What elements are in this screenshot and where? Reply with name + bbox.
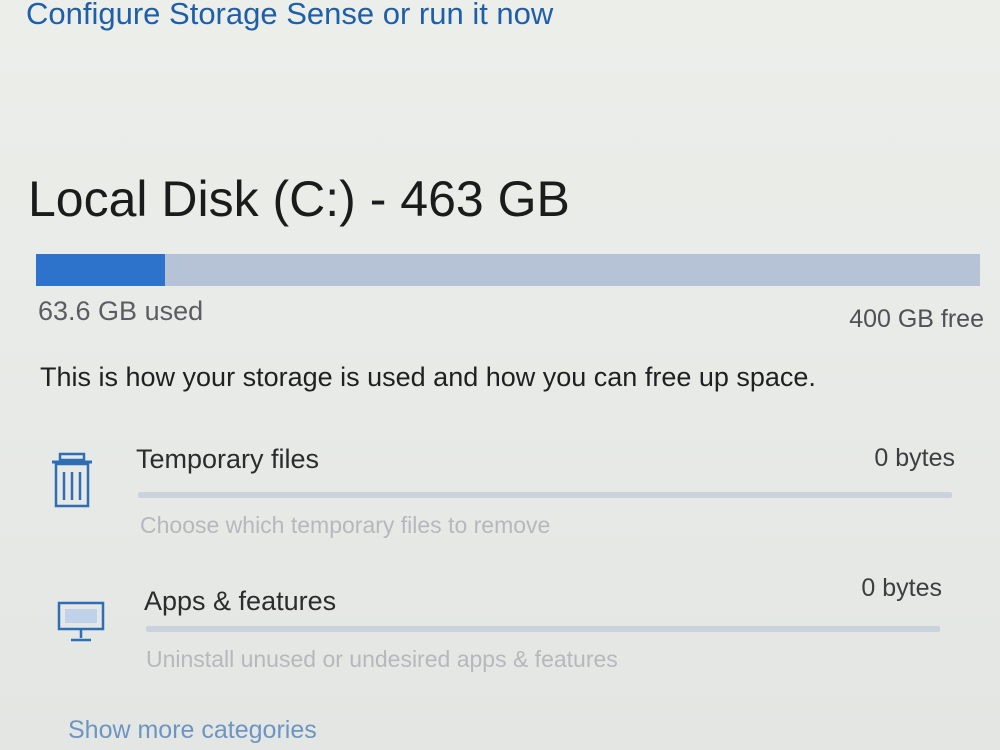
disk-usage-fill (36, 254, 166, 286)
category-size: 0 bytes (874, 444, 955, 472)
used-space-label: 63.6 GB used (38, 296, 204, 326)
disk-usage-bar (36, 254, 980, 286)
category-title: Apps & features (144, 586, 337, 616)
category-subtitle: Choose which temporary files to remove (140, 512, 551, 538)
configure-storage-sense-link[interactable]: Configure Storage Sense or run it now (26, 0, 553, 32)
category-title: Temporary files (136, 444, 320, 474)
storage-page: Configure Storage Sense or run it now Lo… (0, 0, 1000, 750)
category-temporary-files[interactable]: Temporary files 0 bytes Choose which tem… (0, 440, 1000, 550)
monitor-icon (56, 600, 106, 649)
category-usage-bar (138, 492, 952, 498)
category-subtitle: Uninstall unused or undesired apps & fea… (146, 646, 618, 672)
disk-title: Local Disk (C:) - 463 GB (28, 171, 570, 227)
free-space-label: 400 GB free (849, 305, 984, 333)
category-usage-bar (146, 626, 940, 632)
storage-description: This is how your storage is used and how… (40, 362, 816, 392)
category-apps-features[interactable]: Apps & features 0 bytes Uninstall unused… (0, 574, 1000, 690)
category-size: 0 bytes (861, 574, 942, 602)
trash-icon (50, 452, 94, 513)
show-more-categories-link[interactable]: Show more categories (68, 716, 317, 745)
